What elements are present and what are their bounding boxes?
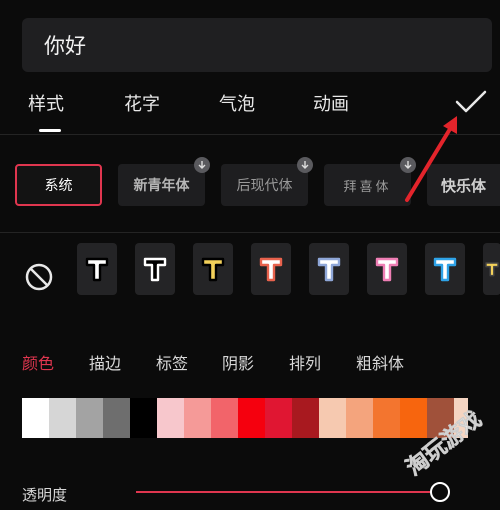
text-style-preset[interactable] bbox=[77, 243, 117, 295]
tab-flower-text[interactable]: 花字 bbox=[124, 90, 160, 116]
divider bbox=[0, 232, 500, 233]
t-glyph-icon bbox=[201, 257, 225, 282]
t-glyph-icon bbox=[85, 257, 109, 282]
text-style-preset[interactable] bbox=[309, 243, 349, 295]
font-label: 拜喜体 bbox=[343, 179, 392, 195]
opacity-slider-knob[interactable] bbox=[430, 482, 450, 502]
tab-style[interactable]: 样式 bbox=[28, 90, 64, 116]
color-swatch[interactable] bbox=[427, 398, 454, 438]
text-input-value: 你好 bbox=[44, 34, 86, 58]
opacity-label: 透明度 bbox=[22, 486, 68, 504]
t-glyph-icon bbox=[143, 257, 167, 282]
color-swatch[interactable] bbox=[238, 398, 265, 438]
font-label: 新青年体 bbox=[133, 178, 190, 194]
active-tab-indicator bbox=[39, 129, 61, 132]
color-swatch[interactable] bbox=[373, 398, 400, 438]
font-xinqingnian[interactable]: 新青年体 bbox=[118, 157, 210, 206]
color-swatch[interactable] bbox=[103, 398, 130, 438]
text-style-preset[interactable] bbox=[251, 243, 291, 295]
confirm-check-icon[interactable] bbox=[454, 88, 488, 116]
download-icon bbox=[297, 157, 313, 173]
download-icon bbox=[194, 157, 210, 173]
color-swatch[interactable] bbox=[454, 398, 468, 438]
subtab-arrange[interactable]: 排列 bbox=[289, 350, 321, 374]
color-swatch[interactable] bbox=[346, 398, 373, 438]
t-glyph-icon bbox=[375, 257, 399, 282]
font-system[interactable]: 系统 bbox=[15, 164, 102, 206]
color-swatch[interactable] bbox=[22, 398, 49, 438]
opacity-slider-track[interactable] bbox=[136, 491, 444, 493]
tab-animation[interactable]: 动画 bbox=[313, 90, 349, 116]
font-baixi[interactable]: 拜喜体 bbox=[324, 157, 416, 206]
color-swatch[interactable] bbox=[265, 398, 292, 438]
color-swatch[interactable] bbox=[319, 398, 346, 438]
color-swatch[interactable] bbox=[400, 398, 427, 438]
text-style-preset[interactable] bbox=[367, 243, 407, 295]
subtab-color[interactable]: 颜色 bbox=[22, 350, 54, 374]
color-swatch[interactable] bbox=[130, 398, 157, 438]
color-swatch[interactable] bbox=[157, 398, 184, 438]
subtab-label[interactable]: 标签 bbox=[156, 350, 188, 374]
color-swatch[interactable] bbox=[184, 398, 211, 438]
subtab-shadow[interactable]: 阴影 bbox=[222, 350, 254, 374]
download-icon bbox=[400, 157, 416, 173]
color-palette bbox=[22, 398, 468, 438]
font-houxiandai[interactable]: 后现代体 bbox=[221, 157, 313, 206]
t-glyph-icon bbox=[485, 262, 499, 277]
color-swatch[interactable] bbox=[49, 398, 76, 438]
color-swatch[interactable] bbox=[292, 398, 319, 438]
font-label: 快乐体 bbox=[440, 176, 486, 195]
text-style-preset[interactable] bbox=[193, 243, 233, 295]
font-kuaile[interactable]: 快乐体 bbox=[427, 164, 500, 206]
t-glyph-icon bbox=[259, 257, 283, 282]
t-glyph-icon bbox=[433, 257, 457, 282]
text-input[interactable]: 你好 bbox=[22, 18, 492, 72]
subtab-stroke[interactable]: 描边 bbox=[89, 350, 121, 374]
text-style-preset[interactable] bbox=[483, 243, 500, 295]
t-glyph-icon bbox=[317, 257, 341, 282]
text-style-preset[interactable] bbox=[425, 243, 465, 295]
color-swatch[interactable] bbox=[211, 398, 238, 438]
subtab-bold-italic[interactable]: 粗斜体 bbox=[356, 350, 404, 374]
color-swatch[interactable] bbox=[76, 398, 103, 438]
divider bbox=[0, 134, 500, 135]
tab-bubble[interactable]: 气泡 bbox=[219, 90, 255, 116]
font-label: 系统 bbox=[44, 178, 73, 194]
no-style-icon[interactable] bbox=[24, 262, 54, 292]
font-label: 后现代体 bbox=[236, 178, 293, 194]
text-style-preset[interactable] bbox=[135, 243, 175, 295]
